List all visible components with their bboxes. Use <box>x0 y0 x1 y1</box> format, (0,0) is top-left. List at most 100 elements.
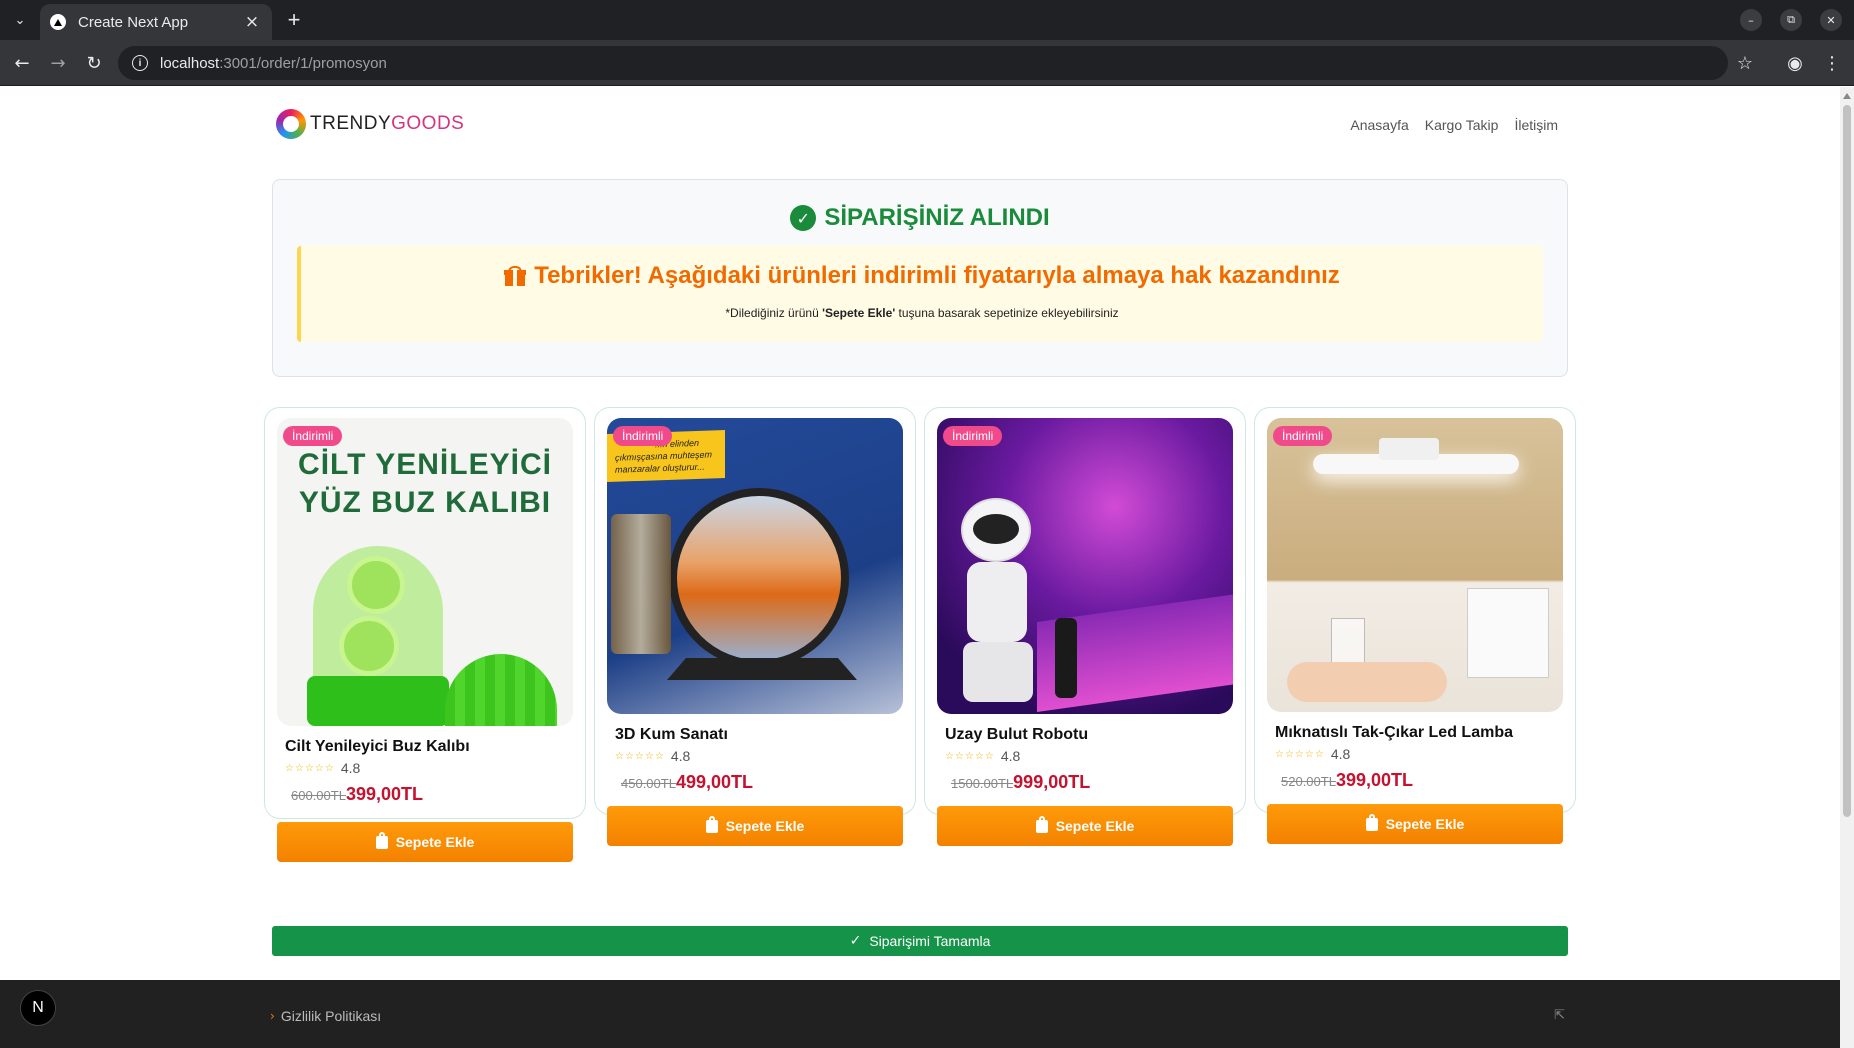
hand-writing <box>1287 662 1447 702</box>
frame-stand <box>667 658 857 680</box>
lamp-mount <box>1379 438 1439 460</box>
nextjs-dev-badge[interactable]: N <box>20 990 56 1026</box>
url-path: :3001/order/1/promosyon <box>219 54 387 72</box>
back-icon[interactable]: ← <box>10 51 34 75</box>
gift-icon <box>504 266 527 286</box>
discount-badge: İndirimli <box>283 426 343 446</box>
nav-cargo-tracking[interactable]: Kargo Takip <box>1425 117 1499 133</box>
new-price: 399,00TL <box>345 784 423 804</box>
product-rating: ☆☆☆☆☆ 4.8 <box>615 748 691 764</box>
price-row: 1500.00TL 999,00TL <box>951 772 1090 793</box>
green-sphere <box>445 654 557 726</box>
site-footer: N › Gizlilik Politikası ⇱ <box>0 980 1840 1048</box>
site-header: TRENDY GOODS Anasayfa Kargo Takip İletişi… <box>276 105 1566 155</box>
tab-search-chevron-icon[interactable]: ⌄ <box>8 8 32 32</box>
page-scrollbar[interactable] <box>1840 87 1854 1048</box>
bottles-illustration <box>611 514 671 654</box>
product-rating: ☆☆☆☆☆ 4.8 <box>285 760 361 776</box>
image-headline: CİLT YENİLEYİCİ YÜZ BUZ KALIBI <box>298 448 552 519</box>
url-host: localhost <box>160 54 220 72</box>
star-rating-icon: ☆☆☆☆☆ <box>615 750 665 762</box>
main-nav: Anasayfa Kargo Takip İletişim <box>1350 117 1558 133</box>
product-grid: İndirimli CİLT YENİLEYİCİ YÜZ BUZ KALIBI… <box>264 407 1576 907</box>
check-circle-icon: ✓ <box>790 205 817 231</box>
astronaut-illustration <box>951 498 1041 708</box>
close-window-icon[interactable]: ✕ <box>1820 9 1842 31</box>
product-image[interactable]: İndirimli <box>937 418 1233 714</box>
product-rating: ☆☆☆☆☆ 4.8 <box>1275 746 1351 762</box>
nav-home[interactable]: Anasayfa <box>1350 117 1408 133</box>
discount-badge: İndirimli <box>1273 426 1333 446</box>
logo-text-trendy: TRENDY <box>310 113 392 134</box>
product-name[interactable]: Uzay Bulut Robotu <box>945 726 1088 744</box>
add-to-cart-button[interactable]: Sepete Ekle <box>937 806 1233 846</box>
complete-order-button[interactable]: ✓ Siparişimi Tamamla <box>272 926 1568 956</box>
site-info-icon[interactable]: i <box>132 55 148 71</box>
shopping-bag-icon <box>375 831 388 849</box>
shopping-bag-icon <box>705 815 718 833</box>
pencil-cup <box>1331 618 1365 664</box>
product-card: İndirimli CİLT YENİLEYİCİ YÜZ BUZ KALIBI… <box>264 407 586 862</box>
promo-alert: Tebrikler! Aşağıdaki ürünleri indirimli … <box>297 246 1543 342</box>
bookmark-star-icon[interactable]: ☆ <box>1733 51 1757 75</box>
nav-contact[interactable]: İletişim <box>1514 117 1558 133</box>
order-success-panel: ✓ SİPARİŞİNİZ ALINDI Tebrikler! Aşağıdak… <box>272 179 1568 377</box>
external-link-icon[interactable]: ⇱ <box>1554 1008 1565 1023</box>
add-to-cart-button[interactable]: Sepete Ekle <box>607 806 903 846</box>
old-price: 520.00TL <box>1281 774 1336 789</box>
price-row: 450.00TL 499,00TL <box>621 772 753 793</box>
shopping-bag-icon <box>1035 815 1048 833</box>
new-price: 999,00TL <box>1013 772 1091 792</box>
product-name[interactable]: Cilt Yenileyici Buz Kalıbı <box>285 738 470 756</box>
ice-mold-illustration <box>307 546 449 726</box>
tab-title: Create Next App <box>78 13 189 31</box>
product-name[interactable]: Mıknatıslı Tak-Çıkar Led Lamba <box>1275 724 1513 742</box>
scroll-up-icon[interactable] <box>1843 93 1851 99</box>
promo-title-text: Tebrikler! Aşağıdaki ürünleri indirimli … <box>534 262 1340 289</box>
add-to-cart-button[interactable]: Sepete Ekle <box>1267 804 1563 844</box>
reload-icon[interactable]: ↻ <box>82 51 106 75</box>
product-name[interactable]: 3D Kum Sanatı <box>615 726 728 744</box>
product-image[interactable]: İndirimli CİLT YENİLEYİCİ YÜZ BUZ KALIBI <box>277 418 573 726</box>
product-card: İndirimli Uzay Bulut Robotu ☆☆☆☆☆ 4.8 150… <box>924 407 1246 846</box>
promo-title: Tebrikler! Aşağıdaki ürünleri indirimli … <box>301 262 1543 290</box>
browser-tabbar: ⌄ Create Next App × + – ⧉ ✕ <box>0 0 1854 40</box>
forward-icon[interactable]: → <box>46 51 70 75</box>
old-price: 1500.00TL <box>951 776 1014 791</box>
profile-icon[interactable]: ◉ <box>1783 51 1807 75</box>
logo-text-goods: GOODS <box>391 113 465 134</box>
product-image[interactable]: İndirimli <box>1267 418 1563 712</box>
new-price: 399,00TL <box>1335 770 1413 790</box>
shopping-bag-icon <box>1365 813 1378 831</box>
page-viewport: TRENDY GOODS Anasayfa Kargo Takip İletişi… <box>0 87 1840 1048</box>
browser-tab[interactable]: Create Next App × <box>40 4 272 40</box>
old-price: 600.00TL <box>291 788 346 803</box>
price-row: 600.00TL 399,00TL <box>291 784 423 805</box>
restore-icon[interactable]: ⧉ <box>1780 9 1802 31</box>
nextjs-favicon-icon <box>50 14 66 30</box>
menu-kebab-icon[interactable]: ⋮ <box>1820 51 1844 75</box>
check-icon: ✓ <box>849 933 862 949</box>
product-rating: ☆☆☆☆☆ 4.8 <box>945 748 1021 764</box>
add-to-cart-button[interactable]: Sepete Ekle <box>277 822 573 862</box>
close-tab-icon[interactable]: × <box>242 12 262 32</box>
remote-control <box>1055 618 1077 698</box>
product-image[interactable]: İndirimli ...n elinden çıkmışçasına muht… <box>607 418 903 714</box>
product-card: İndirimli Mıknatıslı Tak-Çıkar Led Lamba… <box>1254 407 1576 844</box>
logo-mark-icon <box>276 109 306 139</box>
scrollbar-thumb[interactable] <box>1843 105 1851 817</box>
new-tab-icon[interactable]: + <box>282 7 306 32</box>
address-bar[interactable]: i localhost:3001/order/1/promosyon <box>118 46 1728 80</box>
star-rating-icon: ☆☆☆☆☆ <box>945 750 995 762</box>
discount-badge: İndirimli <box>943 426 1003 446</box>
star-rating-icon: ☆☆☆☆☆ <box>1275 748 1325 760</box>
old-price: 450.00TL <box>621 776 676 791</box>
product-card: İndirimli ...n elinden çıkmışçasına muht… <box>594 407 916 846</box>
site-logo[interactable]: TRENDY GOODS <box>276 109 464 139</box>
order-success-title: ✓ SİPARİŞİNİZ ALINDI <box>273 204 1567 232</box>
minimize-icon[interactable]: – <box>1740 9 1762 31</box>
promo-note: *Dilediğiniz ürünü 'Sepete Ekle' tuşuna … <box>725 306 1119 320</box>
browser-toolbar: ← → ↻ i localhost:3001/order/1/promosyon… <box>0 40 1854 86</box>
privacy-policy-link[interactable]: › Gizlilik Politikası <box>270 1008 381 1024</box>
calendar-illustration <box>1467 588 1549 678</box>
